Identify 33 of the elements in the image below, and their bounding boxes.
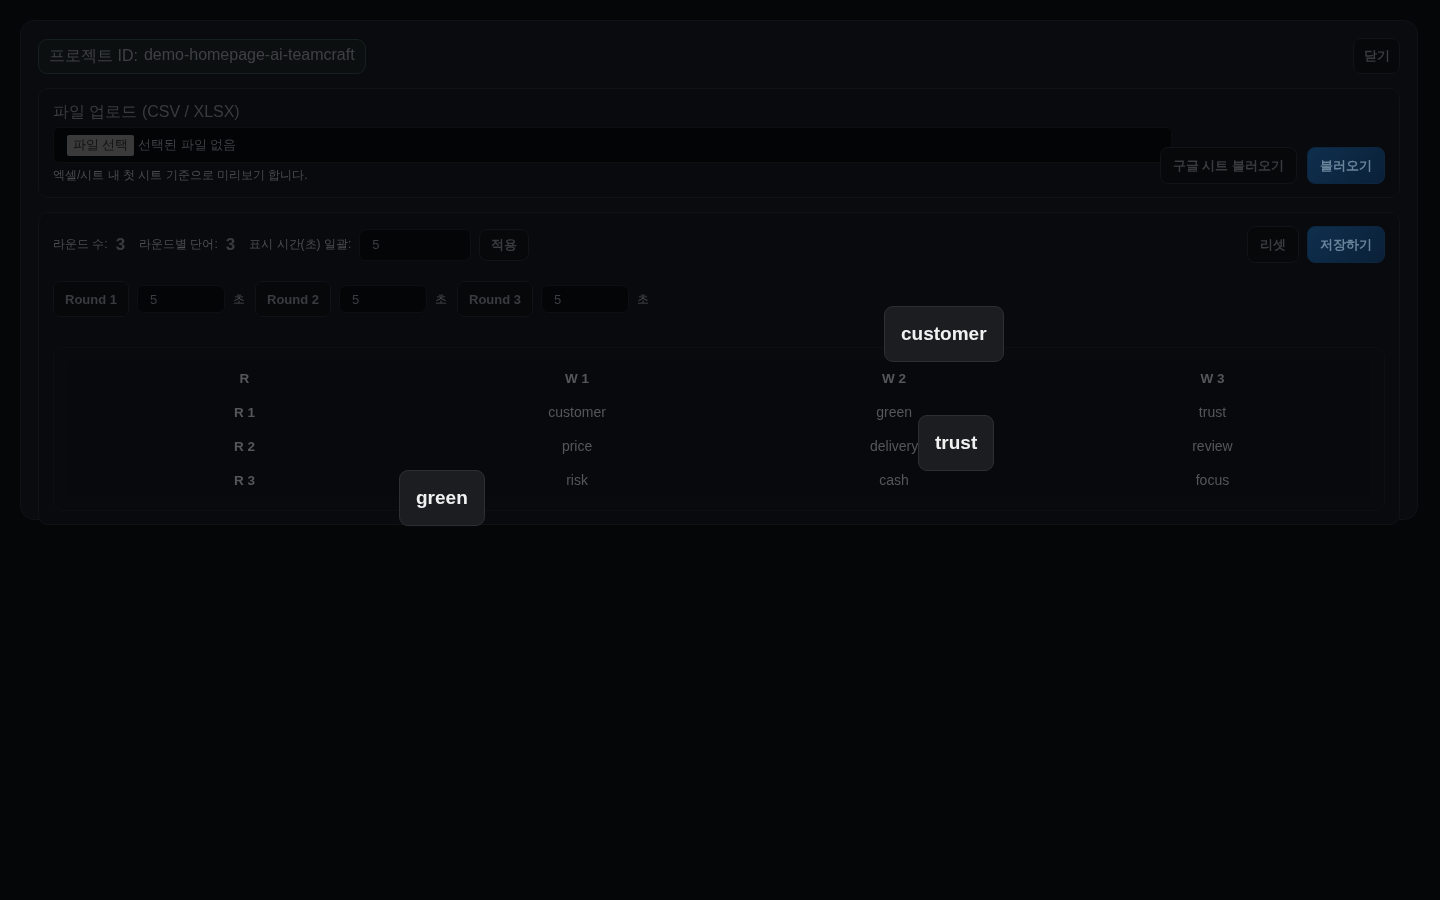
column-header: R — [239, 370, 250, 386]
table-cell: trust — [1198, 404, 1227, 420]
column-header: W 3 — [1200, 370, 1225, 386]
word-card: green — [399, 470, 485, 526]
round-count-label: 라운드 수: — [53, 236, 108, 253]
seconds-unit: 초 — [435, 290, 447, 308]
round-time-field[interactable]: 5 — [541, 285, 629, 313]
word-card: trust — [918, 415, 995, 471]
upload-hint: 엑셀/시트 내 첫 시트 기준으로 미리보기 합니다. — [53, 167, 309, 184]
display-time-field[interactable]: 5 — [359, 228, 472, 261]
table-cell: review — [1192, 438, 1233, 454]
table-cell: green — [876, 404, 912, 420]
row-header: R 1 — [233, 404, 255, 420]
table-cell: price — [561, 438, 593, 454]
seconds-unit: 초 — [233, 290, 245, 308]
word-card: customer — [884, 306, 1004, 362]
row-header: R 2 — [233, 438, 255, 454]
seconds-unit: 초 — [637, 290, 649, 308]
table-cell: customer — [548, 404, 606, 420]
words-per-round-label: 라운드별 단어: — [139, 236, 218, 253]
file-status: 선택된 파일 없음 — [138, 136, 237, 154]
column-header: W 1 — [565, 370, 590, 386]
save-button[interactable]: 저장하기 — [1307, 226, 1385, 263]
table-cell: focus — [1195, 472, 1230, 488]
row-header: R 3 — [233, 472, 255, 488]
round-time-field[interactable]: 5 — [339, 285, 427, 313]
display-time-label: 표시 시간(초) 일괄: — [249, 236, 352, 253]
round-time-field[interactable]: 5 — [137, 285, 225, 313]
table-cell: risk — [566, 472, 588, 488]
load-button[interactable]: 불러오기 — [1307, 147, 1385, 184]
table-cell: delivery — [869, 438, 919, 454]
table-cell: cash — [879, 472, 909, 488]
column-header: W 2 — [882, 370, 907, 386]
